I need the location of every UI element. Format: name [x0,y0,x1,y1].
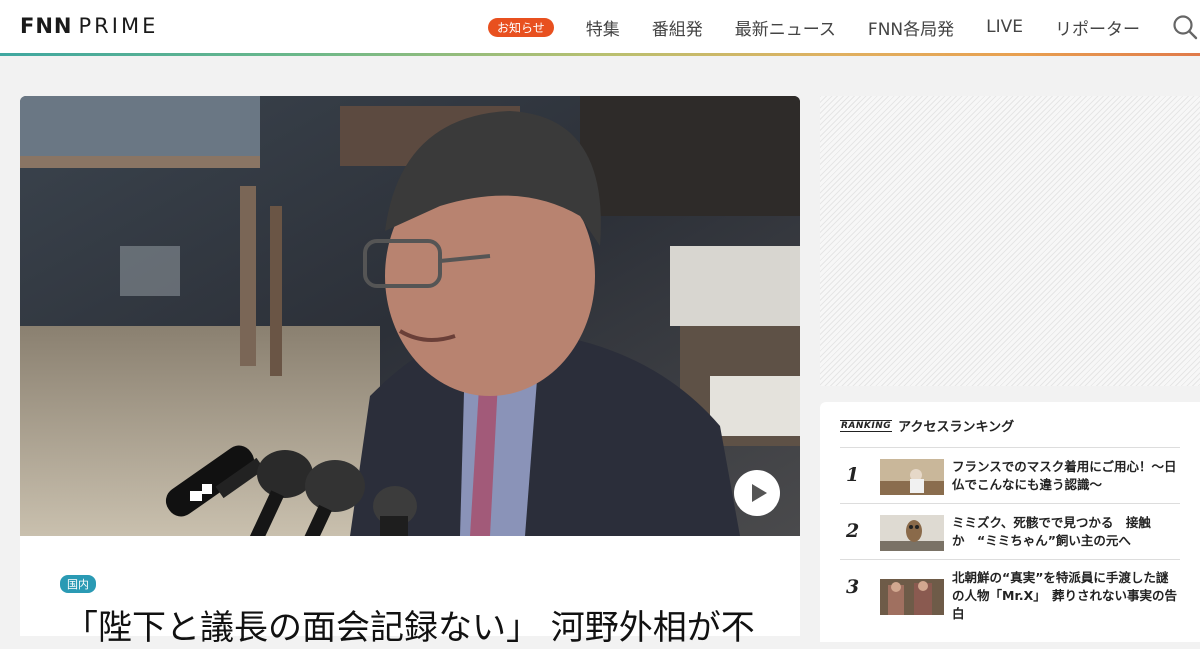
ranking-item-title[interactable]: 北朝鮮の“真実”を特派員に手渡した謎の人物「Mr.X」 葬りされない事実の告白 [952,569,1180,623]
nav-item-reporters[interactable]: リポーター [1055,15,1140,40]
nav-item-programs[interactable]: 番組発 [652,15,703,40]
ranking-list: 1 フランスでのマスク着用にご用心！～日仏でこんなにも違う認識～ 2 ミミズク、… [840,447,1180,621]
ranking-item[interactable]: 3 北朝鮮の“真実”を特派員に手渡した謎の人物「Mr.X」 葬りされない事実の告… [840,559,1180,621]
ranking-thumbnail[interactable] [880,579,944,615]
play-icon[interactable] [734,470,780,516]
main-nav: お知らせ 特集 番組発 最新ニュース FNN各局発 LIVE リポーター [488,0,1200,54]
hero-photo [20,96,800,536]
nav-item-latest-news[interactable]: 最新ニュース [735,15,836,40]
ad-placeholder [820,96,1200,386]
nav-item-features[interactable]: 特集 [586,15,620,40]
logo-sub: PRIME [78,14,159,38]
hero-image[interactable] [20,96,800,536]
ranking-item[interactable]: 2 ミミズク、死骸でで見つかる 接触か “ミミちゃん”飼い主の元へ [840,503,1180,559]
ranking-thumbnail[interactable] [880,459,944,495]
site-header: FNN PRIME お知らせ 特集 番組発 最新ニュース FNN各局発 LIVE … [0,0,1200,56]
rank-number: 2 [846,520,860,542]
logo-main: FNN [20,14,73,38]
ranking-title: アクセスランキング [898,420,1015,435]
ranking-item-title[interactable]: ミミズク、死骸でで見つかる 接触か “ミミちゃん”飼い主の元へ [952,514,1180,550]
ranking-panel: RANKING アクセスランキング 1 フランスでのマスク着用にご用心！～日仏で… [820,402,1200,642]
notice-badge[interactable]: お知らせ [488,17,554,37]
search-icon[interactable] [1172,14,1198,40]
article-card[interactable]: 国内 「陛下と議長の面会記録ない」 河野外相が不 [20,536,800,648]
category-tag[interactable]: 国内 [60,575,96,593]
ranking-thumbnail[interactable] [880,515,944,551]
rank-number: 3 [846,576,860,598]
ranking-item[interactable]: 1 フランスでのマスク着用にご用心！～日仏でこんなにも違う認識～ [840,447,1180,503]
ranking-header: RANKING アクセスランキング [840,416,1014,435]
ranking-item-title[interactable]: フランスでのマスク着用にご用心！～日仏でこんなにも違う認識～ [952,458,1180,494]
header-gradient-line [0,53,1200,56]
site-logo[interactable]: FNN PRIME [20,14,158,38]
nav-item-live[interactable]: LIVE [986,17,1023,37]
ranking-badge: RANKING [840,419,893,432]
article-headline[interactable]: 「陛下と議長の面会記録ない」 河野外相が不 [64,600,755,649]
rank-number: 1 [846,464,860,486]
nav-item-fnn-stations[interactable]: FNN各局発 [868,15,954,40]
